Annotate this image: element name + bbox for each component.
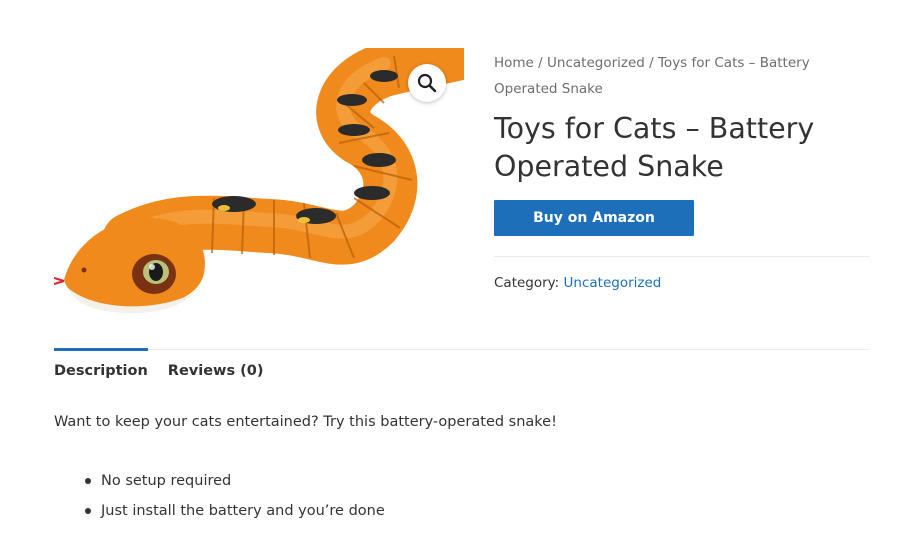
buy-on-amazon-button[interactable]: Buy on Amazon (494, 200, 694, 236)
product-tabs: Description Reviews (0) (54, 348, 283, 379)
breadcrumb-category[interactable]: Uncategorized (547, 55, 645, 71)
bullet-icon (85, 508, 91, 514)
list-item: Just install the battery and you’re done (80, 496, 385, 526)
product-image (53, 27, 483, 323)
breadcrumb: Home / Uncategorized / Toys for Cats – B… (494, 50, 869, 102)
category-label: Category: (494, 275, 564, 291)
product-summary: Home / Uncategorized / Toys for Cats – B… (494, 50, 869, 291)
magnifier-icon (417, 73, 437, 93)
category-link[interactable]: Uncategorized (564, 275, 662, 291)
feature-list: No setup required Just install the batte… (80, 466, 385, 526)
breadcrumb-separator: / (533, 55, 548, 71)
divider (494, 256, 869, 257)
tab-reviews[interactable]: Reviews (0) (168, 349, 264, 379)
feature-text: No setup required (101, 473, 232, 489)
bullet-icon (85, 478, 91, 484)
product-title: Toys for Cats – Battery Operated Snake (494, 112, 815, 183)
breadcrumb-separator: / (644, 55, 658, 71)
list-item: No setup required (80, 466, 385, 496)
snake-toy-illustration (53, 27, 483, 314)
tab-description[interactable]: Description (54, 348, 148, 379)
zoom-button[interactable] (408, 64, 446, 102)
description-text: Want to keep your cats entertained? Try … (54, 414, 557, 430)
feature-text: Just install the battery and you’re done (101, 503, 385, 519)
breadcrumb-home[interactable]: Home (494, 55, 534, 71)
product-category: Category: Uncategorized (494, 275, 869, 291)
